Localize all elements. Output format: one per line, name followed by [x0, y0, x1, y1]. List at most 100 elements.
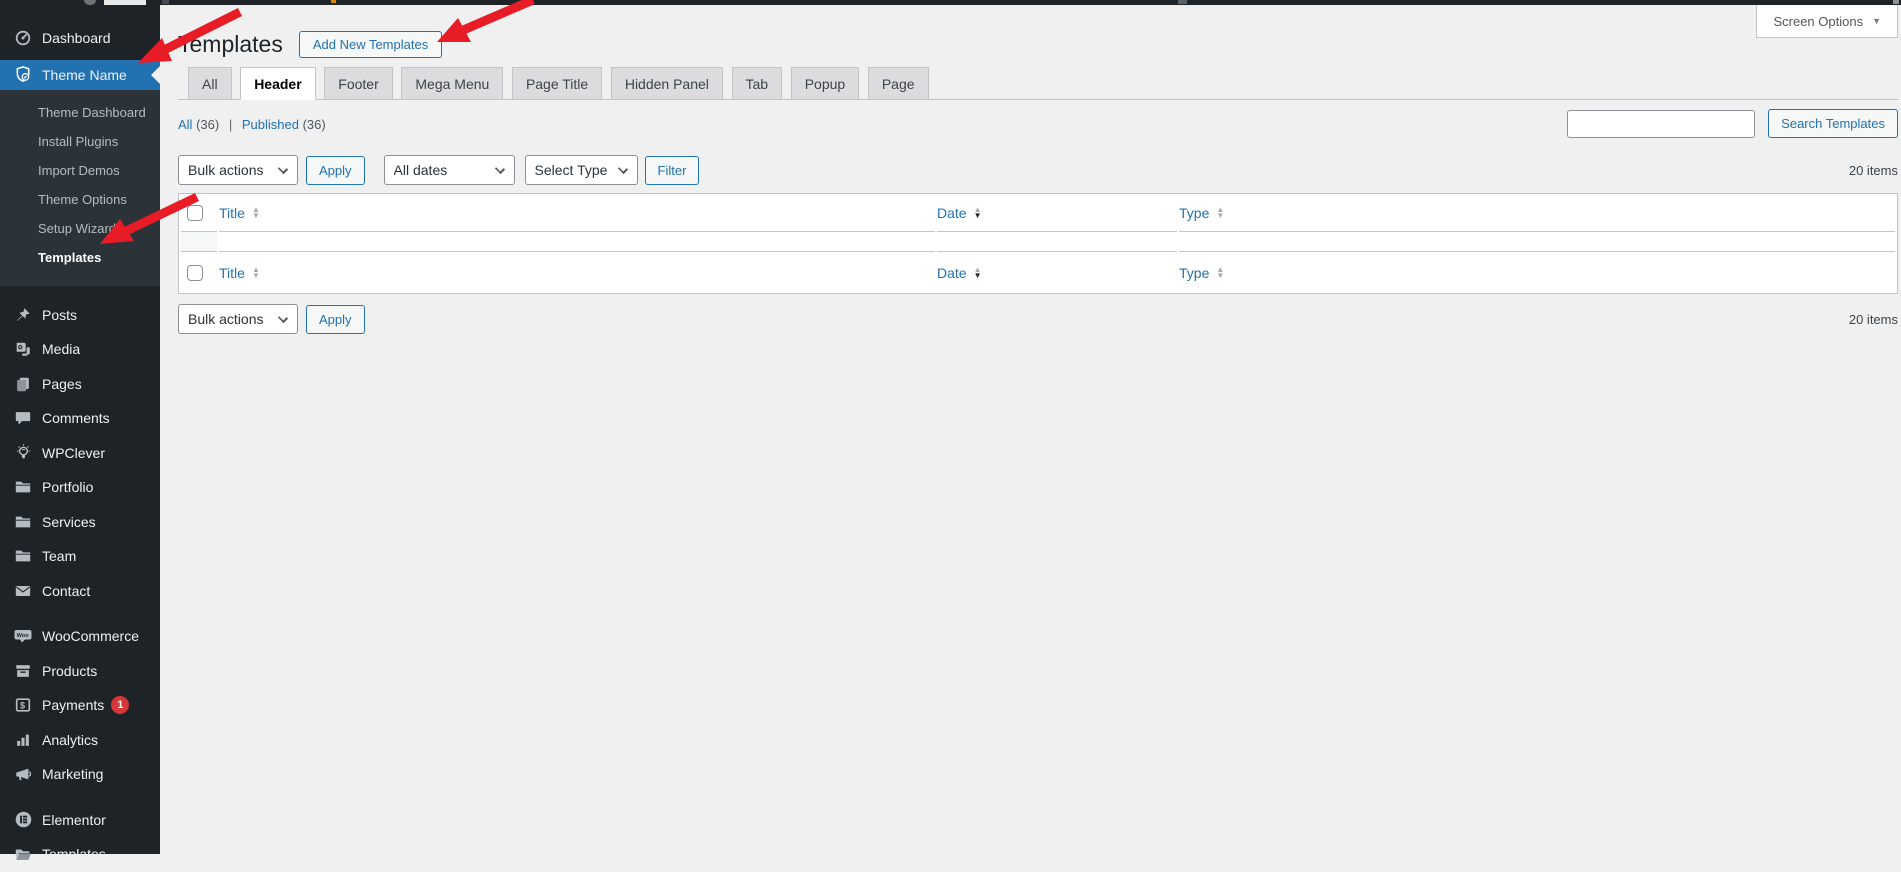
- sidebar-item-woocommerce[interactable]: Woo WooCommerce: [0, 619, 160, 654]
- status-filter-links: All (36) | Published (36): [178, 109, 326, 132]
- sidebar-subitem-install-plugins[interactable]: Install Plugins: [0, 127, 160, 156]
- admin-bar-fragment: [1893, 0, 1899, 4]
- theme-submenu: Theme Dashboard Install Plugins Import D…: [0, 90, 160, 286]
- sidebar-subitem-setup-wizard[interactable]: Setup Wizard: [0, 214, 160, 243]
- admin-bar-fragment: [162, 0, 169, 4]
- sidebar-item-contact[interactable]: Contact: [0, 574, 160, 609]
- table-footer-row: Title ▲▼ Date ▲▼: [181, 252, 1895, 293]
- sidebar-subitem-templates[interactable]: Templates: [0, 243, 160, 272]
- tab-mega-menu[interactable]: Mega Menu: [401, 67, 503, 99]
- sidebar-subitem-import-demos[interactable]: Import Demos: [0, 156, 160, 185]
- admin-bar-fragment: [331, 0, 336, 3]
- search-templates-button[interactable]: Search Templates: [1768, 109, 1898, 138]
- sidebar-item-portfolio[interactable]: Portfolio: [0, 470, 160, 505]
- sidebar-item-theme-name[interactable]: Theme Name: [0, 60, 160, 90]
- sort-arrows-icon: ▲▼: [974, 267, 982, 279]
- search-box: Search Templates: [1567, 109, 1898, 138]
- bulk-actions-select-bottom[interactable]: Bulk actions: [178, 304, 298, 334]
- admin-sidebar: Dashboard Theme Name Theme Dashboard Ins…: [0, 5, 160, 854]
- folder-icon: [13, 512, 33, 532]
- tab-popup[interactable]: Popup: [791, 67, 859, 99]
- apply-button[interactable]: Apply: [306, 156, 365, 185]
- tab-hidden-panel[interactable]: Hidden Panel: [611, 67, 723, 99]
- sidebar-item-dashboard[interactable]: Dashboard: [0, 21, 160, 56]
- published-count: (36): [303, 117, 326, 132]
- sort-by-title[interactable]: Title ▲▼: [219, 265, 260, 281]
- folder-open-icon: [13, 844, 33, 864]
- dates-filter-select[interactable]: All dates: [384, 155, 515, 185]
- woocommerce-icon: Woo: [13, 626, 33, 646]
- sidebar-item-label: Products: [42, 663, 97, 679]
- sort-arrows-icon: ▲▼: [252, 267, 260, 279]
- sidebar-subitem-theme-options[interactable]: Theme Options: [0, 185, 160, 214]
- select-all-checkbox[interactable]: [187, 265, 203, 281]
- column-title-label: Title: [219, 205, 245, 221]
- folder-icon: [13, 546, 33, 566]
- sidebar-item-label: Payments: [42, 697, 104, 713]
- search-input[interactable]: [1567, 110, 1755, 138]
- sort-by-date[interactable]: Date ▲▼: [937, 265, 982, 281]
- sidebar-item-templates[interactable]: Templates: [0, 837, 160, 872]
- sort-by-type[interactable]: Type ▲▼: [1179, 205, 1224, 221]
- select-all-checkbox[interactable]: [187, 205, 203, 221]
- media-icon: [13, 339, 33, 359]
- sidebar-item-comments[interactable]: Comments: [0, 401, 160, 436]
- sidebar-item-products[interactable]: Products: [0, 654, 160, 689]
- admin-bar-fragment: [1178, 0, 1187, 4]
- sidebar-subitem-theme-dashboard[interactable]: Theme Dashboard: [0, 98, 160, 127]
- sidebar-item-label: Analytics: [42, 732, 98, 748]
- sidebar-item-wpclever[interactable]: WPClever: [0, 436, 160, 471]
- filter-link-published[interactable]: Published: [242, 117, 299, 132]
- tab-page-title[interactable]: Page Title: [512, 67, 602, 99]
- add-new-templates-button[interactable]: Add New Templates: [299, 31, 442, 58]
- lightbulb-icon: [13, 443, 33, 463]
- sort-arrows-icon: ▲▼: [974, 207, 982, 219]
- sidebar-item-team[interactable]: Team: [0, 539, 160, 574]
- column-title-label: Title: [219, 265, 245, 281]
- column-date-label: Date: [937, 265, 967, 281]
- column-type-label: Type: [1179, 265, 1209, 281]
- screen-options-button[interactable]: Screen Options ▼: [1756, 5, 1898, 38]
- tab-page[interactable]: Page: [868, 67, 929, 99]
- sidebar-item-label: Marketing: [42, 766, 103, 782]
- filter-link-all[interactable]: All: [178, 117, 192, 132]
- screen-options-label: Screen Options: [1773, 14, 1863, 29]
- sidebar-item-label: Portfolio: [42, 479, 93, 495]
- sidebar-item-elementor[interactable]: Elementor: [0, 803, 160, 838]
- menu-separator: [0, 792, 160, 803]
- sidebar-item-media[interactable]: Media: [0, 332, 160, 367]
- sidebar-item-label: Templates: [42, 846, 106, 862]
- tab-tab[interactable]: Tab: [732, 67, 783, 99]
- admin-bar-fragment: [104, 0, 146, 5]
- sort-by-date[interactable]: Date ▲▼: [937, 205, 982, 221]
- sidebar-item-label: Services: [42, 514, 96, 530]
- items-count: 20 items: [1849, 312, 1898, 327]
- sidebar-item-label: WPClever: [42, 445, 105, 461]
- filter-separator: |: [229, 117, 232, 132]
- sidebar-item-marketing[interactable]: Marketing: [0, 757, 160, 792]
- sort-by-type[interactable]: Type ▲▼: [1179, 265, 1224, 281]
- sidebar-item-label: Media: [42, 341, 80, 357]
- comment-icon: [13, 408, 33, 428]
- archive-box-icon: [13, 661, 33, 681]
- apply-button-bottom[interactable]: Apply: [306, 305, 365, 334]
- sidebar-item-label: Dashboard: [42, 30, 111, 46]
- megaphone-icon: [13, 764, 33, 784]
- sort-arrows-icon: ▲▼: [1216, 267, 1224, 279]
- tab-all[interactable]: All: [188, 67, 232, 99]
- sort-by-title[interactable]: Title ▲▼: [219, 205, 260, 221]
- tab-footer[interactable]: Footer: [324, 67, 392, 99]
- tab-header[interactable]: Header: [240, 67, 315, 100]
- sidebar-item-analytics[interactable]: Analytics: [0, 723, 160, 758]
- filter-button[interactable]: Filter: [645, 156, 700, 185]
- column-type-label: Type: [1179, 205, 1209, 221]
- type-filter-select[interactable]: Select Type: [525, 155, 638, 185]
- sidebar-item-posts[interactable]: Posts: [0, 298, 160, 333]
- sort-arrows-icon: ▲▼: [252, 207, 260, 219]
- folder-icon: [13, 477, 33, 497]
- table-header-row: Title ▲▼ Date ▲▼: [181, 194, 1895, 232]
- sidebar-item-payments[interactable]: $ Payments 1: [0, 688, 160, 723]
- sidebar-item-pages[interactable]: Pages: [0, 367, 160, 402]
- sidebar-item-services[interactable]: Services: [0, 505, 160, 540]
- bulk-actions-select[interactable]: Bulk actions: [178, 155, 298, 185]
